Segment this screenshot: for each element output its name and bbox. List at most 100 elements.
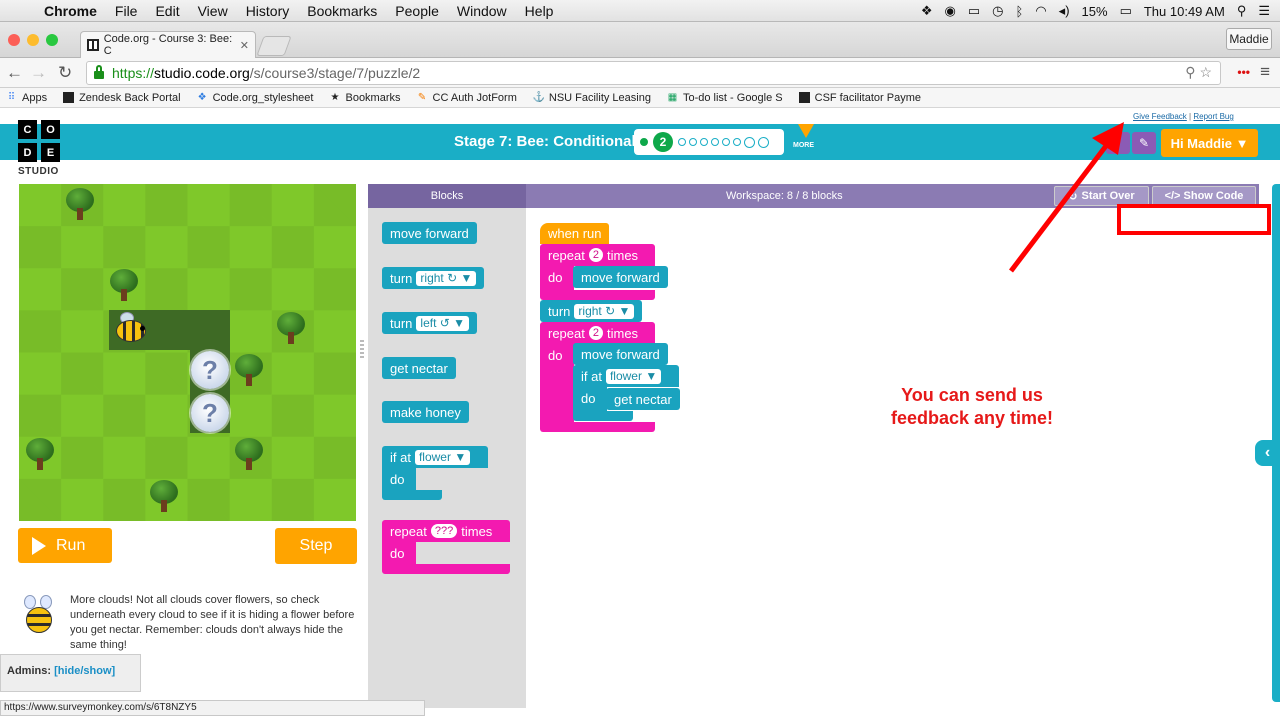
new-tab-button[interactable] (256, 36, 292, 56)
toolbox-if-block[interactable]: if at flower ▼ do (382, 446, 488, 500)
time-machine-icon[interactable]: ◷ (992, 3, 1003, 19)
menu-window[interactable]: Window (457, 3, 507, 19)
dropbox-icon[interactable]: ❖ (921, 3, 933, 19)
program-move-forward-block-2[interactable]: move forward (573, 343, 668, 365)
minimize-window-icon[interactable] (27, 34, 39, 46)
menu-people[interactable]: People (395, 3, 439, 19)
when-run-block[interactable]: when run (540, 223, 610, 244)
volume-icon[interactable]: ◂) (1059, 3, 1070, 19)
repeat-count-field[interactable]: 2 (588, 326, 603, 340)
user-menu-button[interactable]: Hi Maddie ▼ (1161, 129, 1258, 157)
run-button[interactable]: Run (18, 528, 112, 563)
direction-dropdown[interactable]: left ↺ ▼ (416, 315, 470, 331)
bluetooth-icon[interactable]: ᛒ (1016, 4, 1024, 19)
bookmark-jotform[interactable]: ✎ CC Auth JotForm (417, 92, 517, 104)
condition-dropdown[interactable]: flower ▼ (605, 368, 662, 384)
wifi-icon[interactable]: ◠ (1035, 3, 1046, 19)
clock[interactable]: Thu 10:49 AM (1144, 4, 1225, 19)
nsu-icon: ⚓ (532, 92, 546, 103)
projects-button[interactable] (1106, 132, 1130, 154)
code-studio-logo[interactable]: C O D E STUDIO (18, 120, 64, 180)
menu-edit[interactable]: Edit (155, 3, 179, 19)
step-button[interactable]: Step (275, 528, 357, 564)
show-code-button[interactable]: </> Show Code (1152, 186, 1256, 206)
resize-grip-icon[interactable] (360, 340, 364, 358)
bookmark-todo[interactable]: ▦ To-do list - Google S (667, 92, 783, 104)
menu-bookmarks[interactable]: Bookmarks (307, 3, 377, 19)
battery-percent[interactable]: 15% (1082, 4, 1108, 19)
zoom-star-icons[interactable]: ⚲ ☆ (1185, 64, 1212, 81)
puzzle-dot[interactable] (700, 138, 708, 146)
program-turn-right-block[interactable]: turn right ↻ ▼ (540, 300, 643, 322)
tab-title: Code.org - Course 3: Bee: C (103, 33, 233, 57)
condition-dropdown[interactable]: flower ▼ (414, 449, 471, 465)
report-bug-link[interactable]: Report Bug (1193, 112, 1233, 121)
reload-icon[interactable]: ↻ (58, 63, 72, 83)
menu-help[interactable]: Help (525, 3, 554, 19)
close-window-icon[interactable] (8, 34, 20, 46)
back-icon[interactable]: ← (6, 63, 23, 83)
start-over-button[interactable]: ↻ Start Over (1054, 186, 1149, 206)
airplay-icon[interactable]: ▭ (968, 3, 980, 19)
zoom-window-icon[interactable] (46, 34, 58, 46)
profile-button[interactable]: Maddie (1226, 28, 1272, 50)
bookmarks-bar: ⠿ Apps Zendesk Back Portal ❖ Code.org_styl… (0, 88, 1280, 108)
puzzle-dot[interactable] (711, 138, 719, 146)
toolbox-make-honey-block[interactable]: make honey (382, 401, 469, 423)
toolbox-turn-right-block[interactable]: turn right ↻ ▼ (382, 267, 485, 289)
bookmark-apps[interactable]: ⠿ Apps (6, 92, 47, 104)
puzzle-dot-challenge[interactable] (758, 136, 769, 148)
bookmark-zendesk[interactable]: Zendesk Back Portal (63, 92, 181, 104)
repeat-count-field[interactable]: ??? (430, 524, 458, 538)
direction-dropdown[interactable]: right ↻ ▼ (574, 303, 635, 319)
creative-cloud-icon[interactable]: ◉ (945, 3, 956, 19)
toolbox-move-forward-block[interactable]: move forward (382, 222, 477, 244)
bookmark-csf[interactable]: CSF facilitator Payme (798, 92, 921, 104)
bookmark-stylesheet[interactable]: ❖ Code.org_stylesheet (197, 92, 314, 104)
toolbox-turn-left-block[interactable]: turn left ↺ ▼ (382, 312, 478, 334)
bookmark-label: To-do list - Google S (682, 91, 783, 104)
code-org-favicon-icon (87, 39, 99, 51)
extension-icon[interactable]: ••• (1237, 65, 1250, 79)
toolbox-repeat-block[interactable]: repeat ??? times do (382, 520, 510, 574)
puzzle-dot[interactable] (689, 138, 697, 146)
bookmark-folder[interactable]: ★ Bookmarks (329, 92, 401, 104)
menu-app-name[interactable]: Chrome (44, 3, 97, 19)
forward-icon[interactable]: → (30, 63, 47, 83)
toolbox-get-nectar-block[interactable]: get nectar (382, 357, 456, 379)
run-label: Run (56, 536, 86, 554)
puzzle-dot[interactable] (722, 138, 730, 146)
stage-title[interactable]: Stage 7: Bee: Conditionals (454, 133, 644, 150)
chrome-menu-icon[interactable]: ≡ (1260, 62, 1270, 82)
direction-dropdown[interactable]: right ↻ ▼ (416, 270, 477, 286)
more-button[interactable]: MORE (793, 124, 814, 149)
pencil-icon[interactable]: ✎ (1132, 132, 1156, 154)
spotlight-icon[interactable]: ⚲ (1237, 3, 1247, 19)
puzzle-dot-current[interactable]: 2 (653, 132, 673, 152)
program-move-forward-block[interactable]: move forward (573, 266, 668, 288)
notification-center-icon[interactable]: ☰ (1258, 3, 1270, 19)
puzzle-dot[interactable] (733, 138, 741, 146)
puzzle-dot[interactable] (678, 138, 686, 146)
battery-icon[interactable]: ▭ (1120, 3, 1132, 19)
block-label: repeat (390, 523, 427, 539)
program-get-nectar-block[interactable]: get nectar (606, 388, 680, 410)
puzzle-dot-completed[interactable] (640, 138, 648, 146)
give-feedback-link[interactable]: Give Feedback (1133, 112, 1187, 121)
logo-letter: E (41, 143, 60, 162)
bookmark-nsu[interactable]: ⚓ NSU Facility Leasing (533, 92, 651, 104)
menu-file[interactable]: File (115, 3, 138, 19)
collapse-panel-icon[interactable]: ‹ (1255, 440, 1280, 466)
menu-history[interactable]: History (246, 3, 290, 19)
address-bar[interactable]: https:// studio.code.org /s/course3/stag… (86, 61, 1221, 85)
puzzle-dot-challenge[interactable] (744, 136, 755, 148)
url-path: /s/course3/stage/7/puzzle/2 (249, 65, 421, 81)
annotation-message: You can send us feedback any time! (890, 385, 1054, 428)
tab-close-icon[interactable]: ✕ (240, 39, 249, 52)
if-footer (573, 411, 633, 421)
admins-toggle-link[interactable]: [hide/show] (54, 665, 115, 677)
browser-tab-active[interactable]: Code.org - Course 3: Bee: C ✕ (80, 31, 256, 58)
menu-view[interactable]: View (198, 3, 228, 19)
block-label: repeat (548, 325, 585, 341)
repeat-count-field[interactable]: 2 (588, 248, 603, 262)
